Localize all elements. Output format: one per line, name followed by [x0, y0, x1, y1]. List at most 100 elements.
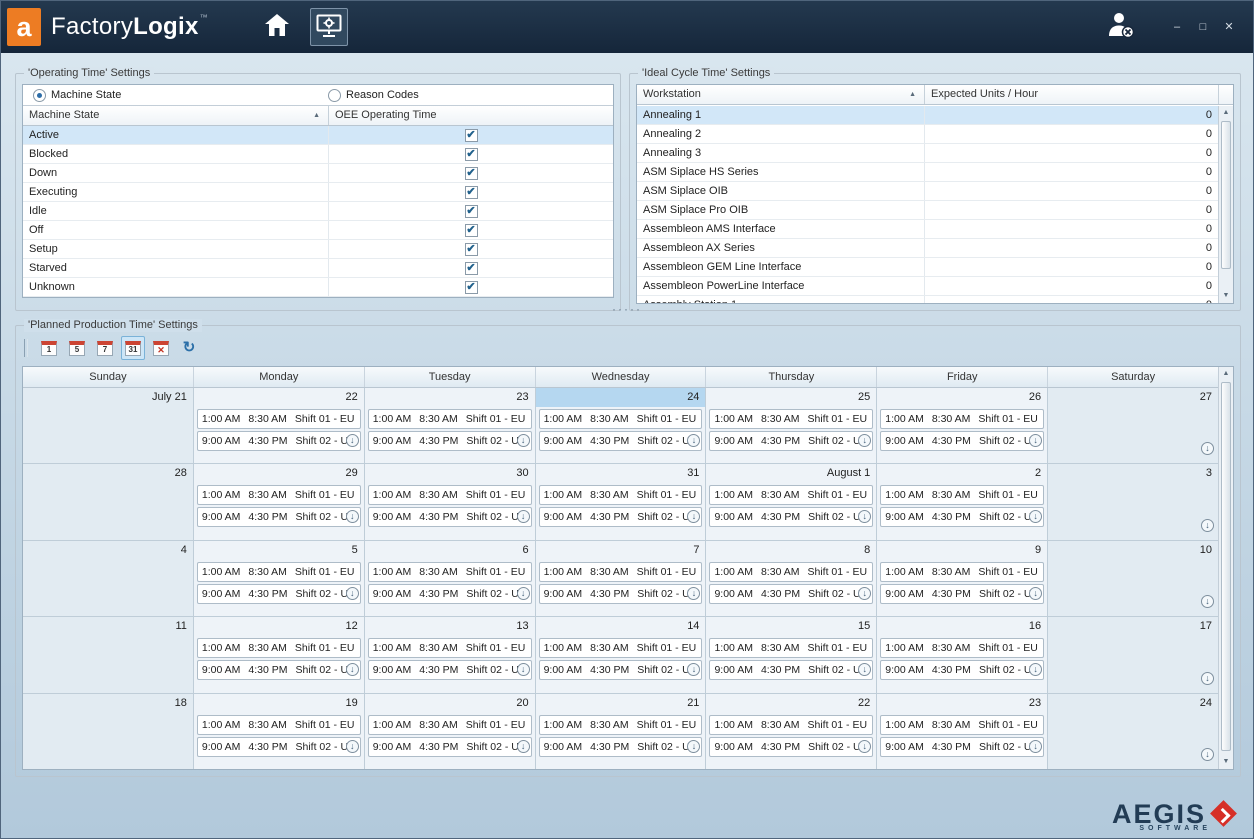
shift-appointment[interactable]: 1:00 AM8:30 AMShift 01 - EU: [368, 715, 532, 735]
more-shifts-icon[interactable]: ↓: [517, 434, 530, 447]
workstation-row[interactable]: Assembleon AX Series0: [637, 239, 1218, 258]
toolbar-drag-handle[interactable]: [24, 339, 28, 357]
calendar-day-cell[interactable]: 17↓: [1048, 617, 1218, 692]
shift-appointment[interactable]: 9:00 AM4:30 PMShift 02 - US↓: [197, 737, 361, 757]
week-view-button[interactable]: 7: [93, 336, 117, 360]
calendar-day-cell[interactable]: 211:00 AM8:30 AMShift 01 - EU9:00 AM4:30…: [536, 694, 707, 769]
more-shifts-icon[interactable]: ↓: [346, 663, 359, 676]
more-shifts-icon[interactable]: ↓: [1201, 672, 1214, 685]
calendar-day-cell[interactable]: 221:00 AM8:30 AMShift 01 - EU9:00 AM4:30…: [706, 694, 877, 769]
calendar-day-cell[interactable]: 301:00 AM8:30 AMShift 01 - EU9:00 AM4:30…: [365, 464, 536, 539]
calendar-day-cell[interactable]: 18: [23, 694, 194, 769]
shift-appointment[interactable]: 9:00 AM4:30 PMShift 02 - US↓: [880, 660, 1044, 680]
shift-appointment[interactable]: 1:00 AM8:30 AMShift 01 - EU: [880, 638, 1044, 658]
shift-appointment[interactable]: 9:00 AM4:30 PMShift 02 - US↓: [368, 507, 532, 527]
calendar-day-cell[interactable]: 231:00 AM8:30 AMShift 01 - EU9:00 AM4:30…: [365, 388, 536, 463]
more-shifts-icon[interactable]: ↓: [1029, 510, 1042, 523]
more-shifts-icon[interactable]: ↓: [858, 510, 871, 523]
shift-appointment[interactable]: 9:00 AM4:30 PMShift 02 - US↓: [368, 660, 532, 680]
shift-appointment[interactable]: 9:00 AM4:30 PMShift 02 - US↓: [880, 507, 1044, 527]
scroll-thumb[interactable]: [1221, 121, 1231, 269]
shift-appointment[interactable]: 1:00 AM8:30 AMShift 01 - EU: [368, 485, 532, 505]
machine-state-row[interactable]: Setup✔: [23, 240, 613, 259]
calendar-day-cell[interactable]: 141:00 AM8:30 AMShift 01 - EU9:00 AM4:30…: [536, 617, 707, 692]
more-shifts-icon[interactable]: ↓: [858, 663, 871, 676]
shift-appointment[interactable]: 1:00 AM8:30 AMShift 01 - EU: [709, 409, 873, 429]
shift-appointment[interactable]: 9:00 AM4:30 PMShift 02 - US↓: [539, 737, 703, 757]
shift-appointment[interactable]: 1:00 AM8:30 AMShift 01 - EU: [709, 562, 873, 582]
shift-appointment[interactable]: 9:00 AM4:30 PMShift 02 - US↓: [880, 584, 1044, 604]
machine-state-row[interactable]: Down✔: [23, 164, 613, 183]
more-shifts-icon[interactable]: ↓: [687, 434, 700, 447]
more-shifts-icon[interactable]: ↓: [1201, 748, 1214, 761]
calendar-day-cell[interactable]: 201:00 AM8:30 AMShift 01 - EU9:00 AM4:30…: [365, 694, 536, 769]
workstation-row[interactable]: Assembleon PowerLine Interface0: [637, 277, 1218, 296]
calendar-day-cell[interactable]: 131:00 AM8:30 AMShift 01 - EU9:00 AM4:30…: [365, 617, 536, 692]
calendar-day-cell[interactable]: 121:00 AM8:30 AMShift 01 - EU9:00 AM4:30…: [194, 617, 365, 692]
shift-appointment[interactable]: 1:00 AM8:30 AMShift 01 - EU: [368, 638, 532, 658]
more-shifts-icon[interactable]: ↓: [517, 663, 530, 676]
oee-operating-time-checkbox[interactable]: ✔: [465, 205, 478, 218]
shift-appointment[interactable]: 1:00 AM8:30 AMShift 01 - EU: [709, 485, 873, 505]
more-shifts-icon[interactable]: ↓: [858, 740, 871, 753]
calendar-day-cell[interactable]: 251:00 AM8:30 AMShift 01 - EU9:00 AM4:30…: [706, 388, 877, 463]
more-shifts-icon[interactable]: ↓: [1201, 519, 1214, 532]
more-shifts-icon[interactable]: ↓: [858, 587, 871, 600]
shift-appointment[interactable]: 1:00 AM8:30 AMShift 01 - EU: [880, 409, 1044, 429]
shift-appointment[interactable]: 9:00 AM4:30 PMShift 02 - US↓: [709, 507, 873, 527]
oee-operating-time-checkbox[interactable]: ✔: [465, 224, 478, 237]
workstation-row[interactable]: Annealing 20: [637, 125, 1218, 144]
machine-state-row[interactable]: Active✔: [23, 126, 613, 145]
workstation-row[interactable]: ASM Siplace HS Series0: [637, 163, 1218, 182]
shift-appointment[interactable]: 9:00 AM4:30 PMShift 02 - US↓: [709, 584, 873, 604]
machine-state-row[interactable]: Off✔: [23, 221, 613, 240]
calendar-day-cell[interactable]: 21:00 AM8:30 AMShift 01 - EU9:00 AM4:30 …: [877, 464, 1048, 539]
close-button[interactable]: ✕: [1219, 18, 1239, 36]
shift-appointment[interactable]: 9:00 AM4:30 PMShift 02 - US↓: [368, 737, 532, 757]
calendar-day-cell[interactable]: 4: [23, 541, 194, 616]
shift-appointment[interactable]: 1:00 AM8:30 AMShift 01 - EU: [539, 638, 703, 658]
calendar-day-cell[interactable]: 11: [23, 617, 194, 692]
calendar-day-cell[interactable]: July 21: [23, 388, 194, 463]
shift-appointment[interactable]: 9:00 AM4:30 PMShift 02 - US↓: [880, 431, 1044, 451]
maximize-button[interactable]: □: [1193, 18, 1213, 36]
calendar-day-cell[interactable]: 71:00 AM8:30 AMShift 01 - EU9:00 AM4:30 …: [536, 541, 707, 616]
work-week-view-button[interactable]: 5: [65, 336, 89, 360]
shift-appointment[interactable]: 1:00 AM8:30 AMShift 01 - EU: [539, 409, 703, 429]
workstation-row[interactable]: ASM Siplace Pro OIB0: [637, 201, 1218, 220]
calendar-day-cell[interactable]: 191:00 AM8:30 AMShift 01 - EU9:00 AM4:30…: [194, 694, 365, 769]
machine-state-row[interactable]: Executing✔: [23, 183, 613, 202]
shift-appointment[interactable]: 9:00 AM4:30 PMShift 02 - US↓: [368, 584, 532, 604]
more-shifts-icon[interactable]: ↓: [687, 663, 700, 676]
shift-appointment[interactable]: 1:00 AM8:30 AMShift 01 - EU: [709, 715, 873, 735]
day-view-button[interactable]: 1: [37, 336, 61, 360]
scroll-down-icon[interactable]: ▼: [1219, 289, 1233, 303]
calendar-day-cell[interactable]: 51:00 AM8:30 AMShift 01 - EU9:00 AM4:30 …: [194, 541, 365, 616]
calendar-day-cell[interactable]: 28: [23, 464, 194, 539]
more-shifts-icon[interactable]: ↓: [1201, 595, 1214, 608]
shift-appointment[interactable]: 9:00 AM4:30 PMShift 02 - US↓: [539, 660, 703, 680]
machine-state-row[interactable]: Starved✔: [23, 259, 613, 278]
shift-appointment[interactable]: 1:00 AM8:30 AMShift 01 - EU: [880, 715, 1044, 735]
more-shifts-icon[interactable]: ↓: [1029, 587, 1042, 600]
more-shifts-icon[interactable]: ↓: [517, 510, 530, 523]
more-shifts-icon[interactable]: ↓: [687, 510, 700, 523]
user-button[interactable]: [1101, 7, 1141, 47]
oee-operating-time-checkbox[interactable]: ✔: [465, 281, 478, 294]
oee-operating-time-checkbox[interactable]: ✔: [465, 129, 478, 142]
shift-appointment[interactable]: 9:00 AM4:30 PMShift 02 - US↓: [197, 507, 361, 527]
workstation-row[interactable]: Assembleon AMS Interface0: [637, 220, 1218, 239]
calendar-day-cell[interactable]: 151:00 AM8:30 AMShift 01 - EU9:00 AM4:30…: [706, 617, 877, 692]
calendar-day-cell[interactable]: 161:00 AM8:30 AMShift 01 - EU9:00 AM4:30…: [877, 617, 1048, 692]
oee-operating-time-checkbox[interactable]: ✔: [465, 262, 478, 275]
shift-appointment[interactable]: 1:00 AM8:30 AMShift 01 - EU: [197, 409, 361, 429]
shift-appointment[interactable]: 9:00 AM4:30 PMShift 02 - US↓: [709, 737, 873, 757]
shift-appointment[interactable]: 1:00 AM8:30 AMShift 01 - EU: [880, 562, 1044, 582]
shift-appointment[interactable]: 1:00 AM8:30 AMShift 01 - EU: [880, 485, 1044, 505]
shift-appointment[interactable]: 9:00 AM4:30 PMShift 02 - US↓: [539, 431, 703, 451]
shift-appointment[interactable]: 1:00 AM8:30 AMShift 01 - EU: [197, 562, 361, 582]
more-shifts-icon[interactable]: ↓: [346, 740, 359, 753]
splitter-handle[interactable]: ·····: [1, 305, 1253, 315]
workstation-scrollbar[interactable]: ▲ ▼: [1218, 106, 1233, 303]
workstation-column-header[interactable]: Workstation ▲: [637, 85, 925, 104]
